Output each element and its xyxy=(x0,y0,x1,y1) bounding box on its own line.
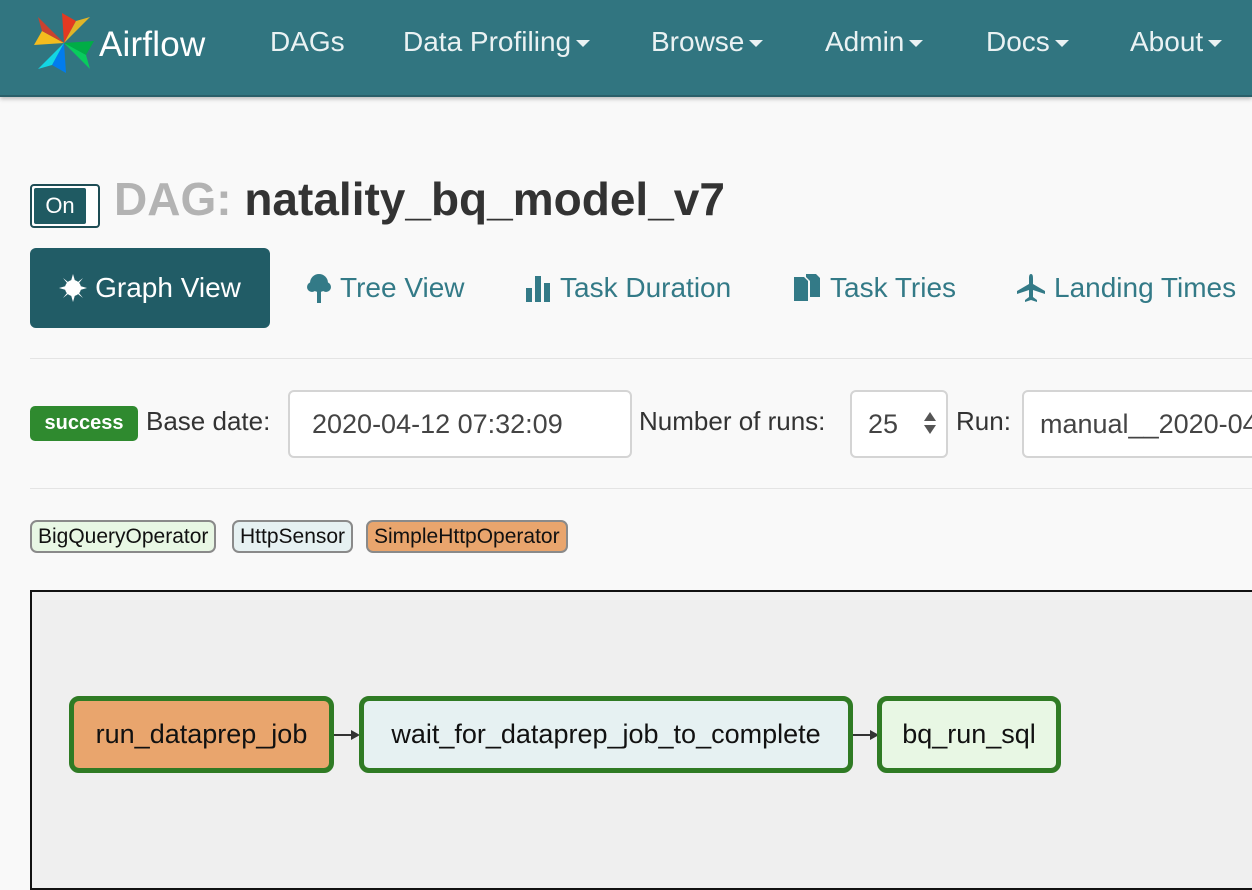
nav-dags-label: DAGs xyxy=(270,26,345,57)
tab-tree-view[interactable]: Tree View xyxy=(306,248,465,328)
base-date-input[interactable]: 2020-04-12 07:32:09 xyxy=(288,390,632,458)
caret-down-icon xyxy=(1054,40,1069,48)
nav-browse[interactable]: Browse xyxy=(651,26,764,58)
num-runs-label: Number of runs: xyxy=(639,406,826,436)
task-node-wait-for-dataprep-job-to-complete[interactable]: wait_for_dataprep_job_to_complete xyxy=(359,696,853,773)
nav-admin[interactable]: Admin xyxy=(825,26,924,58)
navbar: Airflow DAGs Data Profiling Browse Admin… xyxy=(0,0,1252,97)
caret-down-icon xyxy=(1208,40,1223,48)
edge xyxy=(334,734,352,736)
legend-httpsensor: HttpSensor xyxy=(232,520,354,553)
num-runs-value: 25 xyxy=(868,409,899,439)
page-title: DAG: natality_bq_model_v7 xyxy=(114,172,725,226)
legend-bigqueryoperator: BigQueryOperator xyxy=(30,520,217,553)
plane-icon xyxy=(1017,274,1045,302)
nav-admin-label: Admin xyxy=(825,26,905,57)
num-runs-select[interactable]: 25 xyxy=(850,390,948,458)
tab-label: Task Tries xyxy=(830,272,957,303)
run-select[interactable]: manual__2020-04 xyxy=(1022,390,1252,458)
nav-data-profiling-label: Data Profiling xyxy=(403,26,572,57)
nav-about-label: About xyxy=(1130,26,1204,57)
caret-down-icon xyxy=(576,40,591,48)
caret-down-icon xyxy=(909,40,924,48)
bar-chart-icon xyxy=(526,276,550,302)
edge xyxy=(853,734,871,736)
brand-link[interactable]: Airflow xyxy=(32,12,205,78)
tab-landing-times[interactable]: Landing Times xyxy=(1016,248,1236,328)
nav-about[interactable]: About xyxy=(1130,26,1223,58)
caret-down-icon xyxy=(749,40,764,48)
tab-task-duration[interactable]: Task Duration xyxy=(524,248,731,328)
brand-name: Airflow xyxy=(99,25,206,64)
tab-label: Tree View xyxy=(340,272,465,303)
legend-simplehttpoperator: SimpleHttpOperator xyxy=(366,520,568,553)
tab-label: Task Duration xyxy=(560,272,732,303)
divider xyxy=(30,488,1252,489)
status-badge: success xyxy=(30,406,138,441)
nav-browse-label: Browse xyxy=(651,26,745,57)
dag-pause-toggle[interactable]: On xyxy=(30,184,100,228)
tree-icon xyxy=(307,274,331,303)
nav-dags[interactable]: DAGs xyxy=(270,26,345,58)
files-icon xyxy=(794,274,820,301)
spinner-arrows-icon xyxy=(924,412,938,434)
asterisk-icon xyxy=(59,274,88,302)
airflow-pinwheel-icon xyxy=(32,11,96,80)
base-date-label: Base date: xyxy=(146,406,271,436)
tab-graph-view[interactable]: Graph View xyxy=(30,248,270,328)
toggle-label: On xyxy=(34,188,86,224)
tab-label: Landing Times xyxy=(1054,272,1237,303)
tab-label: Graph View xyxy=(95,272,241,303)
base-date-value: 2020-04-12 07:32:09 xyxy=(312,409,563,439)
title-prefix: DAG: xyxy=(114,173,232,225)
run-label: Run: xyxy=(956,406,1011,436)
nav-data-profiling[interactable]: Data Profiling xyxy=(403,26,591,58)
divider xyxy=(30,358,1252,359)
tab-task-tries[interactable]: Task Tries xyxy=(792,248,956,328)
task-node-run-dataprep-job[interactable]: run_dataprep_job xyxy=(69,696,334,773)
task-node-bq-run-sql[interactable]: bq_run_sql xyxy=(877,696,1061,773)
run-value: manual__2020-04 xyxy=(1040,409,1252,439)
nav-docs-label: Docs xyxy=(986,26,1050,57)
nav-docs[interactable]: Docs xyxy=(986,26,1069,58)
dag-name: natality_bq_model_v7 xyxy=(244,173,725,225)
